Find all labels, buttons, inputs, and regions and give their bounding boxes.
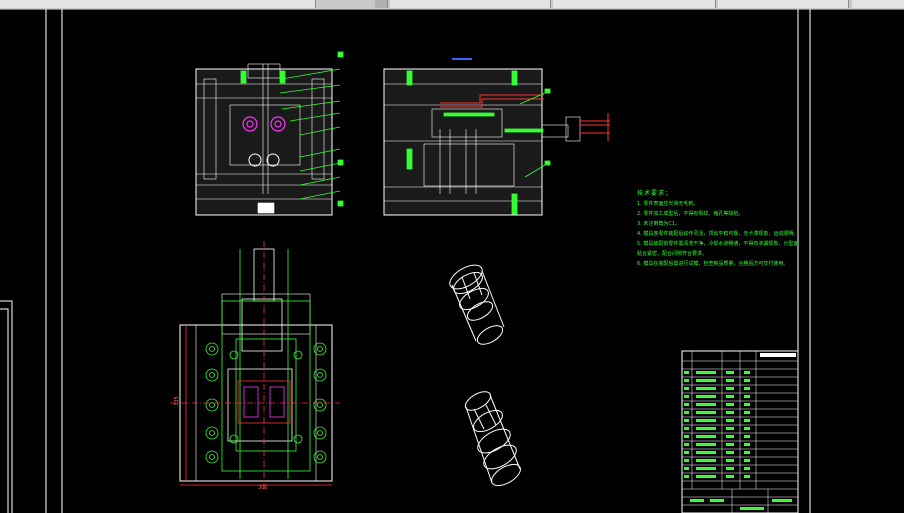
title-block	[681, 350, 799, 513]
tab-4[interactable]	[553, 0, 716, 8]
technical-notes: 技术要求： 1. 零件表面应光滑无毛刺。 2. 零件加工成型后，不得有裂纹、缩孔…	[637, 189, 799, 269]
tab-2[interactable]	[30, 0, 316, 8]
technical-note-line: 3. 未注倒角为C1。	[637, 221, 681, 227]
part-isometric-bottom	[464, 391, 521, 487]
technical-note-line: 2. 零件加工成型后，不得有裂纹、缩孔等缺陷。	[637, 211, 744, 217]
front-section-view	[195, 51, 344, 216]
technical-note-line: 6. 模具在装配后需进行试模，检查制品质量，合格后方可交付使用。	[637, 261, 789, 267]
dimension-plan-height: 335	[173, 396, 180, 406]
technical-note-line: 4. 模具各零件装配后动作灵活，顶出平稳可靠，无卡滞现象，运动顺畅。	[637, 231, 799, 237]
part-isometric-top	[449, 264, 505, 345]
tab-1[interactable]	[0, 0, 31, 8]
dimension-plan-width: 300	[258, 485, 268, 491]
plan-view	[170, 241, 340, 491]
side-section-view	[383, 58, 610, 216]
technical-note-line: 5. 模具装配前零件需清洗干净，冷却水道畅通，不得有渗漏现象，分型面贴合紧密，配…	[637, 241, 799, 257]
close-icon[interactable]	[375, 0, 388, 8]
tab-5[interactable]	[718, 0, 849, 8]
tab-6[interactable]	[852, 0, 904, 8]
tab-3[interactable]	[390, 0, 551, 8]
technical-note-line: 1. 零件表面应光滑无毛刺。	[637, 201, 699, 207]
technical-notes-title: 技术要求：	[637, 190, 673, 197]
